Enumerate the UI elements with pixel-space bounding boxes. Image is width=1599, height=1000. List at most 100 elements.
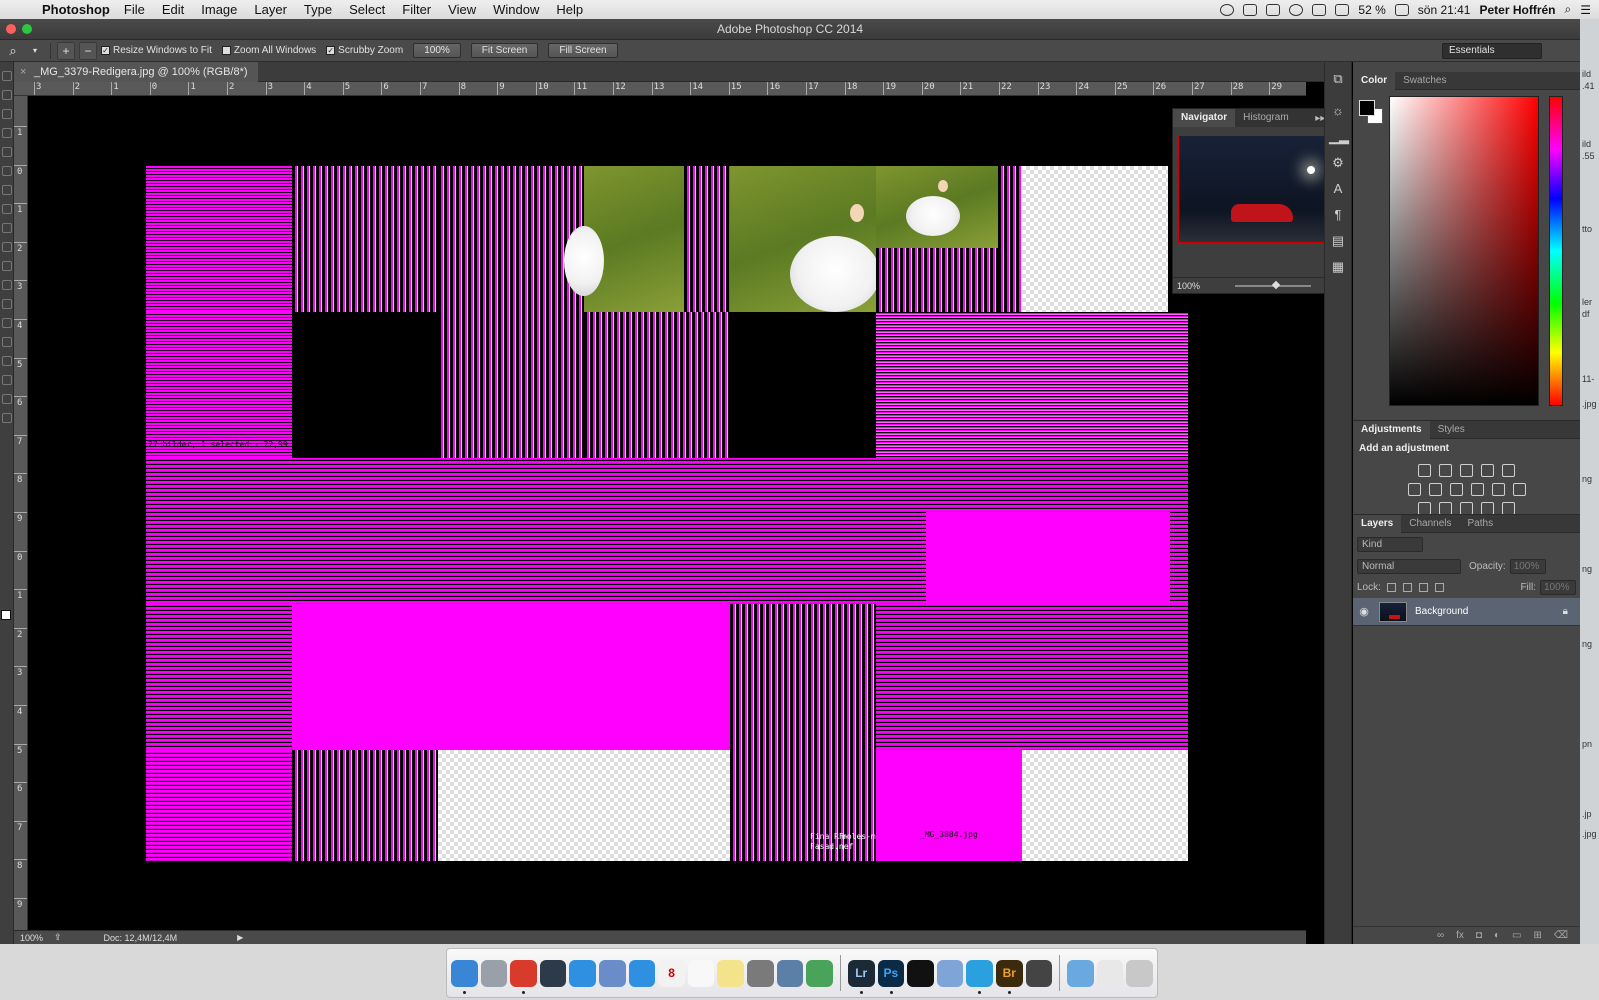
trash-icon[interactable] — [1126, 959, 1153, 987]
brightness-contrast-icon[interactable] — [1418, 464, 1431, 477]
paragraph-icon[interactable]: ¶ — [1329, 206, 1347, 224]
opacity-field[interactable]: 100% — [1509, 558, 1546, 574]
document-image[interactable]: 27 bilder, 1 selected - 22,99 MB Fina RF… — [146, 166, 1188, 861]
lasso-tool-icon[interactable] — [1, 109, 12, 119]
crop-tool-icon[interactable] — [1, 147, 12, 157]
tab-adjustments[interactable]: Adjustments — [1353, 420, 1430, 439]
menu-select[interactable]: Select — [349, 2, 385, 17]
path-select-tool-icon[interactable] — [1, 356, 12, 366]
ruler-vertical[interactable]: 1 0 1 2 3 4 5 6 7 8 9 0 1 2 3 4 5 6 7 8 9 — [14, 96, 28, 930]
zoom-tool-icon[interactable]: ⌕ — [4, 43, 22, 59]
hue-slider[interactable] — [1549, 96, 1563, 406]
chrome-icon[interactable] — [510, 959, 537, 994]
layer-comps-icon[interactable]: ▤ — [1329, 232, 1347, 250]
blend-mode-select[interactable]: Normal — [1357, 558, 1461, 574]
menu-window[interactable]: Window — [493, 2, 539, 17]
terminal-icon[interactable] — [907, 959, 934, 987]
reminders-icon[interactable] — [687, 959, 715, 987]
menubar-user[interactable]: Peter Hoffrén — [1479, 3, 1555, 17]
menu-edit[interactable]: Edit — [162, 2, 184, 17]
photoshop-icon[interactable]: Ps — [877, 959, 905, 994]
notes-icon[interactable] — [717, 959, 745, 987]
canvas-area[interactable]: 27 bilder, 1 selected - 22,99 MB Fina RF… — [29, 96, 1305, 930]
tool-preset-chevron-down-icon[interactable]: ▾ — [26, 43, 44, 59]
fit-screen-button[interactable]: Fit Screen — [470, 43, 539, 58]
disk-utility-icon[interactable] — [1025, 959, 1053, 987]
calendar-icon[interactable]: 8 — [658, 959, 685, 987]
status-zoom[interactable]: 100% — [14, 933, 54, 943]
histogram-icon[interactable]: ▁▂ — [1329, 128, 1349, 146]
documents-icon[interactable] — [1096, 959, 1124, 987]
lock-pixels-icon[interactable] — [1402, 583, 1412, 592]
menu-filter[interactable]: Filter — [402, 2, 431, 17]
battery-icon[interactable] — [1394, 3, 1409, 16]
preview-icon[interactable] — [776, 959, 804, 987]
menu-file[interactable]: File — [124, 2, 145, 17]
character-icon[interactable]: A — [1329, 180, 1347, 198]
photo-filter-icon[interactable] — [1470, 483, 1484, 496]
channel-mixer-icon[interactable] — [1491, 483, 1505, 496]
launchpad-icon[interactable] — [480, 959, 508, 987]
brightness-icon[interactable]: ☼ — [1329, 102, 1347, 120]
quick-select-tool-icon[interactable] — [1, 128, 12, 138]
link-layers-icon[interactable]: ∞ — [1437, 930, 1444, 941]
clone-stamp-tool-icon[interactable] — [1, 223, 12, 233]
dropbox-icon[interactable] — [1243, 3, 1258, 16]
volume-icon[interactable] — [1335, 3, 1350, 16]
pen-tool-icon[interactable] — [1, 318, 12, 328]
eyedropper-tool-icon[interactable] — [1, 166, 12, 176]
zoom-tool-icon[interactable] — [1, 413, 12, 423]
notes-icon[interactable]: ▦ — [1329, 258, 1347, 276]
color-lookup-icon[interactable] — [1512, 483, 1526, 496]
workspace-select[interactable]: Essentials — [1442, 43, 1542, 59]
notification-center-icon[interactable]: ☰ — [1580, 3, 1591, 17]
wifi-icon[interactable] — [1312, 3, 1327, 16]
close-tab-icon[interactable]: × — [20, 62, 26, 82]
tab-color[interactable]: Color — [1353, 71, 1396, 90]
tab-styles[interactable]: Styles — [1430, 421, 1473, 439]
new-layer-icon[interactable]: ⊞ — [1533, 930, 1541, 941]
brush-tool-icon[interactable] — [1, 204, 12, 214]
marquee-tool-icon[interactable] — [1, 90, 12, 100]
black-white-icon[interactable] — [1449, 483, 1463, 496]
hue-saturation-icon[interactable] — [1407, 483, 1421, 496]
add-mask-icon[interactable]: ◘ — [1476, 930, 1482, 941]
navigator-zoom-value[interactable]: 100% — [1177, 281, 1200, 291]
delete-layer-icon[interactable]: ⌫ — [1554, 930, 1568, 941]
shape-tool-icon[interactable] — [1, 375, 12, 385]
dodge-tool-icon[interactable] — [1, 299, 12, 309]
system-preferences-icon[interactable] — [747, 959, 774, 987]
visibility-eye-icon[interactable]: ◉ — [1353, 605, 1375, 618]
layer-name[interactable]: Background — [1415, 606, 1468, 617]
tab-channels[interactable]: Channels — [1401, 515, 1459, 533]
mail-send-icon[interactable] — [599, 959, 626, 987]
healing-brush-tool-icon[interactable] — [1, 185, 12, 195]
foreground-swatch[interactable] — [1359, 100, 1375, 116]
resize-windows-checkbox[interactable]: ✓ Resize Windows to Fit — [101, 45, 212, 56]
lock-all-icon[interactable] — [1434, 583, 1444, 592]
applications-folder-icon[interactable] — [1067, 959, 1094, 987]
eraser-tool-icon[interactable] — [1, 261, 12, 271]
zoom-in-button[interactable]: + — [57, 41, 75, 60]
cloud-icon[interactable] — [1220, 3, 1235, 16]
zoom-out-button[interactable]: − — [79, 41, 97, 60]
menu-type[interactable]: Type — [304, 2, 332, 17]
mission-control-icon[interactable] — [539, 959, 567, 987]
safari-icon[interactable] — [628, 959, 656, 987]
tab-paths[interactable]: Paths — [1460, 515, 1502, 533]
app-menu-photoshop[interactable]: Photoshop — [42, 2, 110, 17]
skype-icon[interactable] — [966, 959, 993, 994]
curves-icon[interactable] — [1460, 464, 1473, 477]
move-tool-icon[interactable] — [1, 71, 12, 81]
new-group-icon[interactable]: ▭ — [1512, 930, 1521, 941]
spotlight-icon[interactable]: ⌕ — [1565, 2, 1572, 17]
navigator-thumbnail[interactable] — [1178, 135, 1340, 243]
tab-histogram[interactable]: Histogram — [1235, 109, 1297, 127]
foreground-color-swatch[interactable] — [1, 610, 11, 620]
hand-tool-icon[interactable] — [1, 394, 12, 404]
color-field[interactable] — [1389, 96, 1539, 406]
ruler-horizontal[interactable]: 3 2 1 0 1 2 3 4 5 6 7 8 9 10 11 12 13 14 15 16 17 18 19 20 21 22 2… — [14, 82, 1306, 96]
menu-layer[interactable]: Layer — [254, 2, 287, 17]
zoom-all-windows-checkbox[interactable]: Zoom All Windows — [221, 45, 316, 56]
app-store-icon[interactable] — [569, 959, 597, 987]
